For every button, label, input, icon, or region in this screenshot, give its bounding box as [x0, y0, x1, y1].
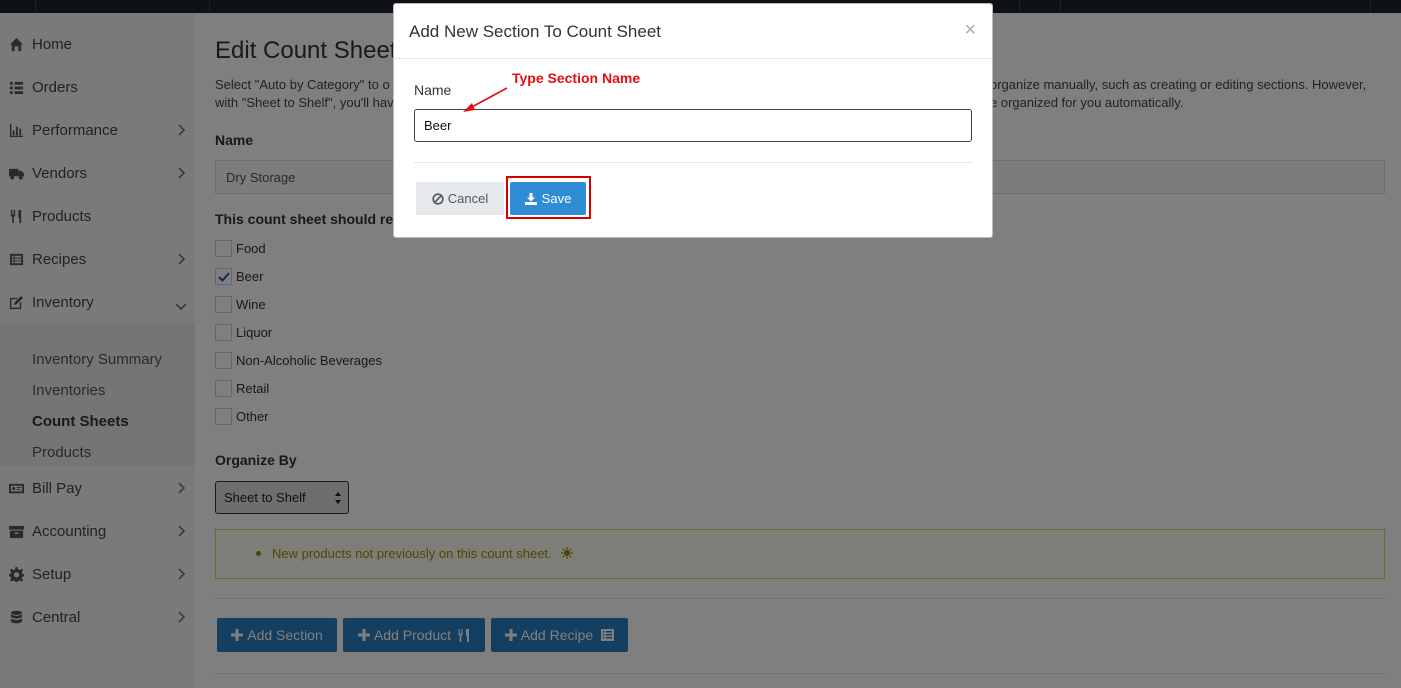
download-icon — [524, 192, 537, 205]
close-icon[interactable]: × — [964, 20, 976, 40]
annotation-label: Type Section Name — [512, 70, 641, 86]
divider — [414, 162, 972, 163]
section-name-label: Name — [414, 82, 452, 98]
cancel-button[interactable]: Cancel — [416, 182, 504, 215]
divider — [394, 58, 992, 59]
add-section-modal: Add New Section To Count Sheet × Name Be… — [393, 3, 993, 238]
ban-icon — [432, 192, 444, 205]
save-button[interactable]: Save — [510, 182, 586, 215]
button-label: Save — [541, 191, 572, 206]
modal-title: Add New Section To Count Sheet — [409, 22, 662, 41]
button-label: Cancel — [447, 191, 489, 206]
annotation-arrow — [463, 87, 508, 112]
